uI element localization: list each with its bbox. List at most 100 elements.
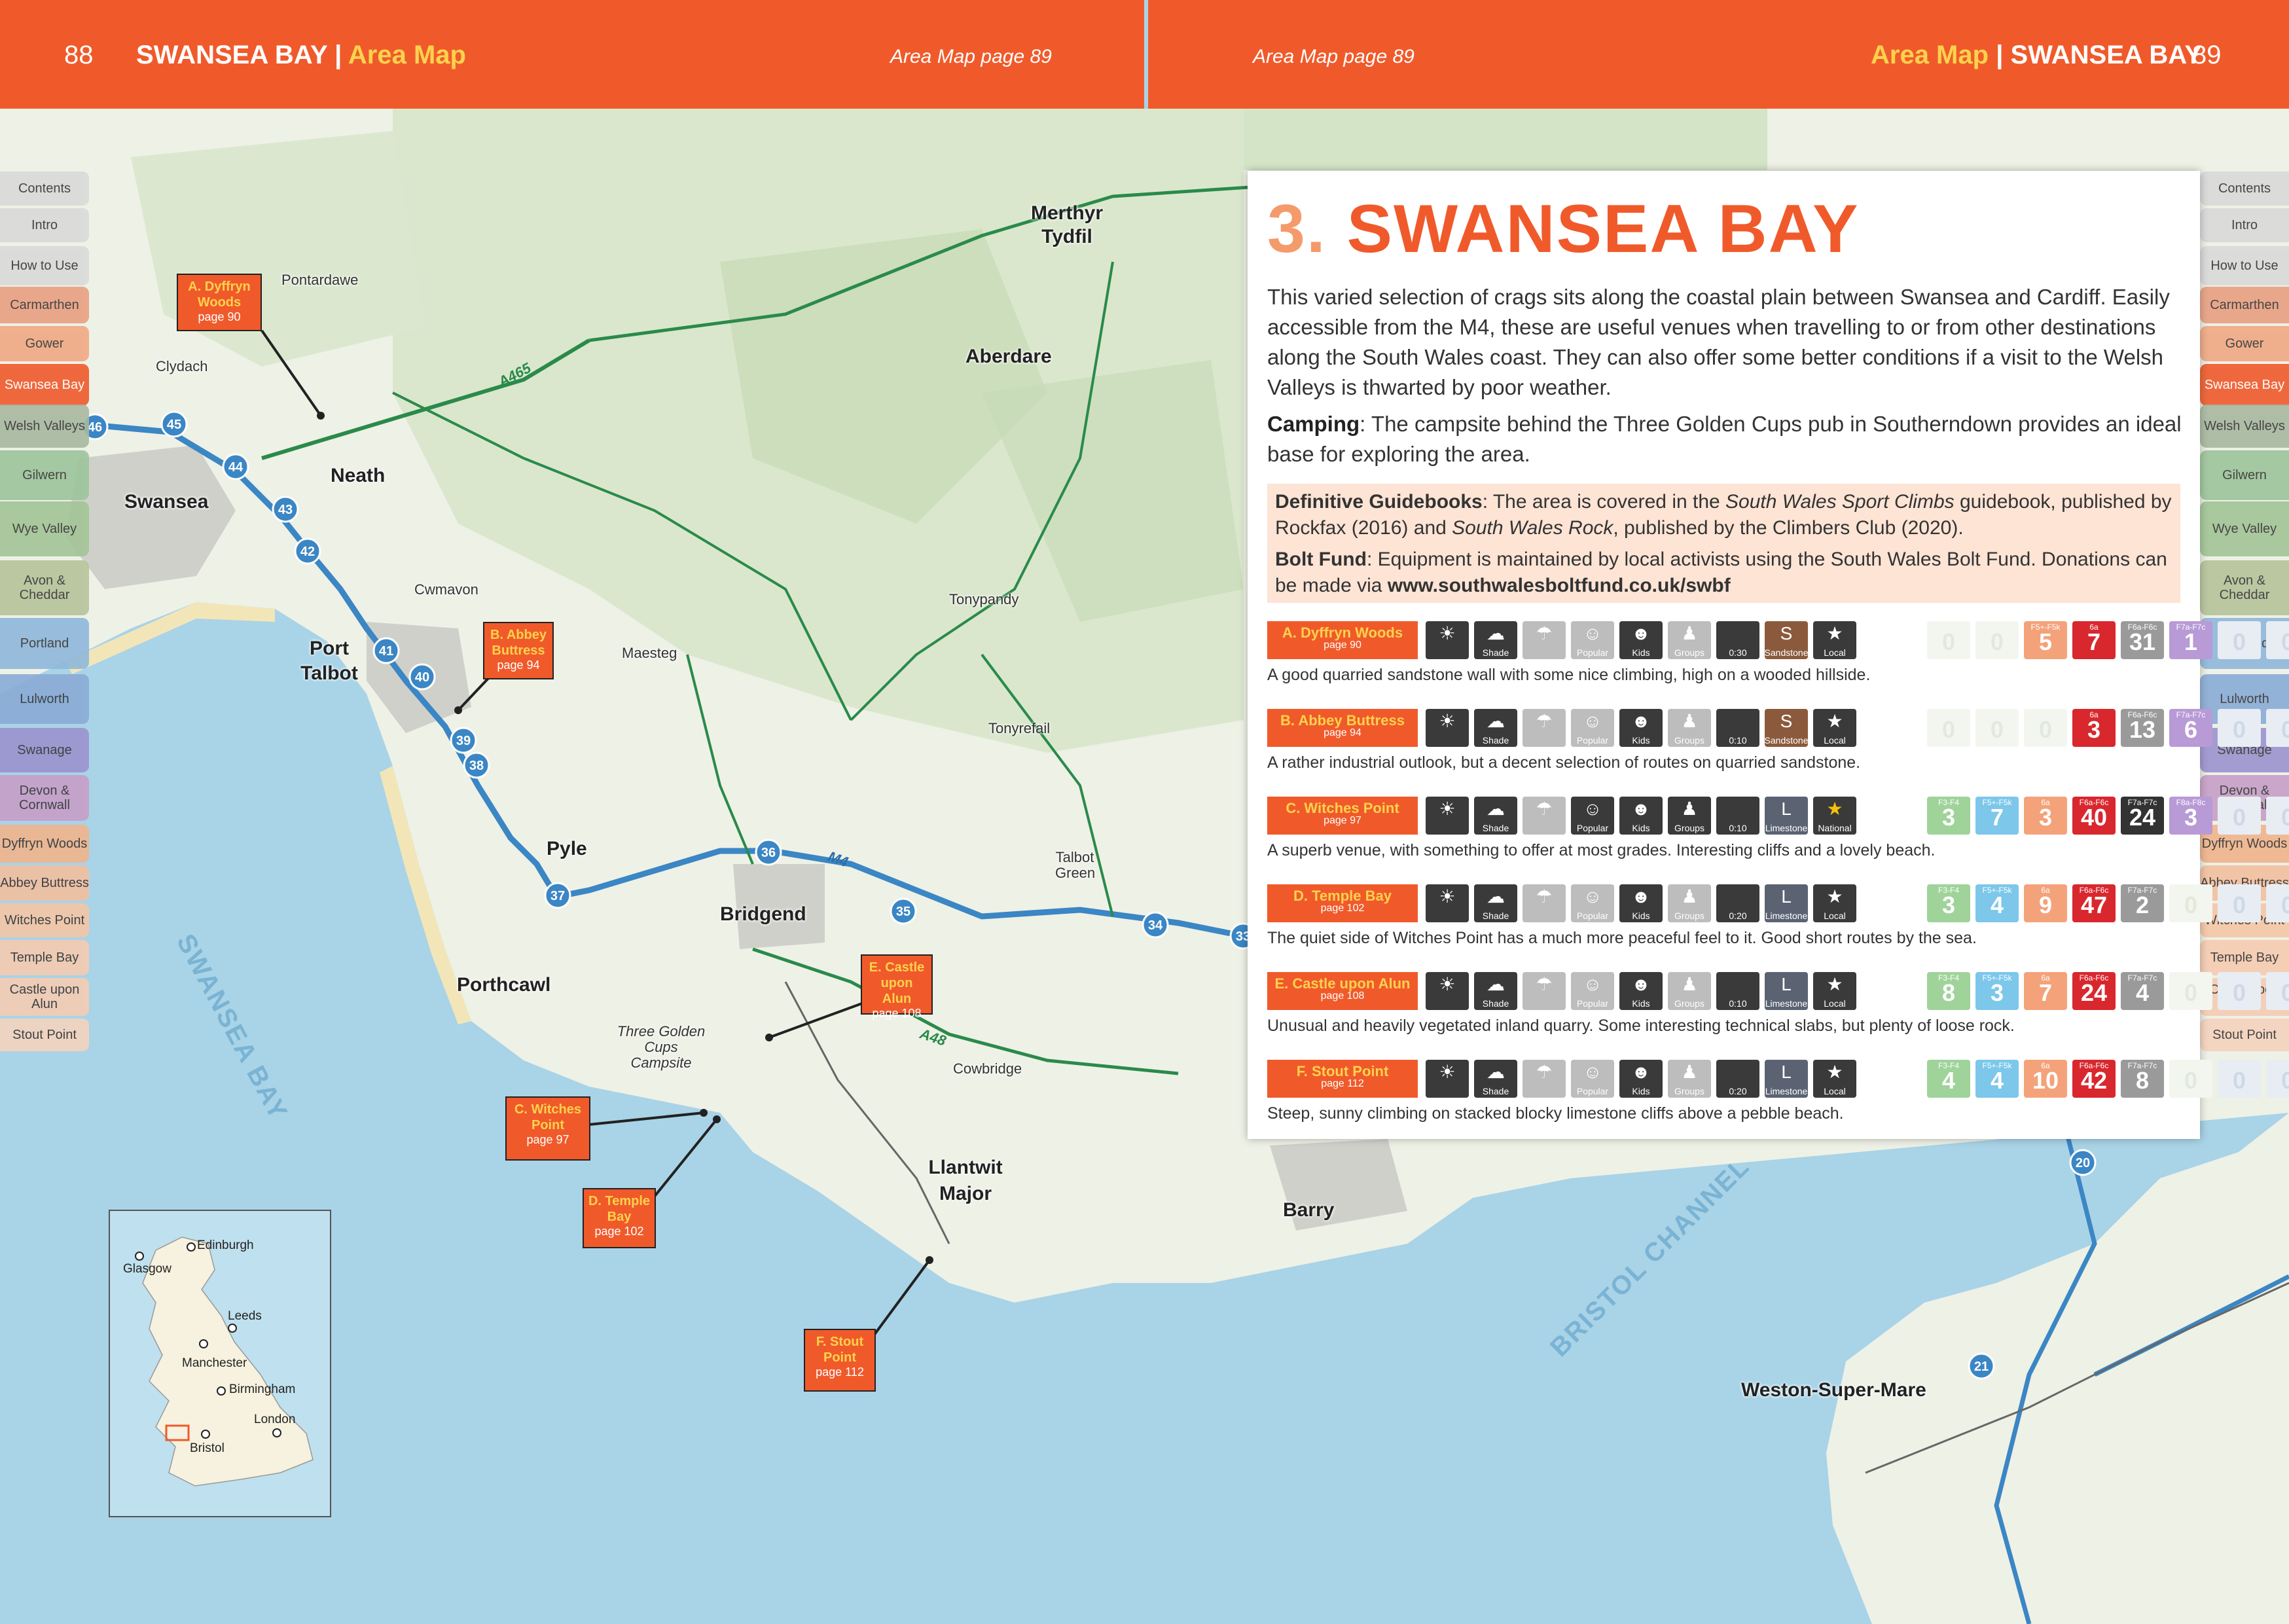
crag-name-badge[interactable]: F. Stout Point page 112	[1267, 1060, 1418, 1098]
crag-page-ref: page 108	[1320, 990, 1365, 1002]
crag-icons: ☀ ☁ Shade ☂ ☺ Popular ☻ Kids ♟ Groups 0:10 L Limesto…	[1426, 797, 1856, 835]
chapter-tab-welsh-valleys[interactable]: Welsh Valleys	[2200, 405, 2289, 448]
grade-count: 0	[1927, 621, 1970, 659]
chapter-tab-avon-cheddar[interactable]: Avon & Cheddar	[2200, 560, 2289, 615]
crag-callout-witches-point[interactable]: C. Witches Point page 97	[505, 1096, 590, 1161]
chapter-tab-label: Stout Point	[12, 1028, 77, 1042]
rock-type-icon: L	[1781, 799, 1792, 819]
crag-name-badge[interactable]: D. Temple Bay page 102	[1267, 884, 1418, 922]
chapter-tab-temple-bay[interactable]: Temple Bay	[0, 940, 89, 975]
chapter-tab-witches-point[interactable]: Witches Point	[0, 903, 89, 937]
boltfund-link[interactable]: www.southwalesboltfund.co.uk/swbf	[1388, 575, 1731, 596]
chapter-tab-how-to-use[interactable]: How to Use	[0, 246, 89, 285]
crag-row[interactable]: A. Dyffryn Woods page 90 ☀ ☁ Shade ☂ ☺ Popular ☻…	[1267, 621, 2289, 700]
chapter-tab-swansea-bay[interactable]: Swansea Bay	[0, 364, 89, 406]
groups-icon: ♟ Groups	[1668, 621, 1711, 659]
chapter-tab-gilwern[interactable]: Gilwern	[2200, 450, 2289, 500]
chapter-tab-castle-upon-alun[interactable]: Castle upon Alun	[0, 978, 89, 1016]
chapter-tab-stout-point[interactable]: Stout Point	[2200, 1019, 2289, 1051]
grade-band-label: 6a	[2041, 886, 2050, 895]
chapter-tab-temple-bay[interactable]: Temple Bay	[2200, 940, 2289, 975]
chapter-tab-contents[interactable]: Contents	[0, 171, 89, 206]
rock-type-icon: L Limestone	[1765, 797, 1808, 835]
grade-route-count: 0	[2232, 892, 2246, 918]
chapter-tab-avon-cheddar[interactable]: Avon & Cheddar	[0, 560, 89, 615]
grade-route-count: 31	[2129, 628, 2156, 655]
crag-callout-temple-bay[interactable]: D. Temple Bay page 102	[583, 1188, 656, 1248]
chapter-tab-lulworth[interactable]: Lulworth	[0, 674, 89, 724]
header-title-right: Area Map | SWANSEA BAY	[1871, 41, 2202, 70]
chapter-tab-gower[interactable]: Gower	[2200, 326, 2289, 361]
chapter-number: 3.	[1267, 191, 1327, 267]
chapter-tab-stout-point[interactable]: Stout Point	[0, 1019, 89, 1051]
chapter-tab-carmarthen[interactable]: Carmarthen	[2200, 287, 2289, 323]
grade-band-label: F3-F4	[1938, 1061, 1959, 1070]
grade-count: F7a-F7c 2	[2121, 884, 2164, 922]
crag-name-text: D. Temple Bay	[1293, 888, 1392, 904]
shade-icon: ☁ Shade	[1474, 621, 1517, 659]
crag-row[interactable]: F. Stout Point page 112 ☀ ☁ Shade ☂ ☺ Popular ☻ K…	[1267, 1060, 2289, 1138]
sun-icon: ☀	[1439, 623, 1456, 643]
crag-name-badge[interactable]: E. Castle upon Alun page 108	[1267, 972, 1418, 1010]
boltfund-paragraph: Bolt Fund: Equipment is maintained by lo…	[1275, 549, 2167, 596]
grade-route-count: 0	[2280, 979, 2289, 1006]
grade-route-count: 0	[2280, 628, 2289, 655]
chapter-tab-label: Carmarthen	[10, 298, 79, 312]
chapter-tab-swansea-bay[interactable]: Swansea Bay	[2200, 364, 2289, 406]
crag-row[interactable]: D. Temple Bay page 102 ☀ ☁ Shade ☂ ☺ Popular ☻ Ki…	[1267, 884, 2289, 963]
inset-city: Bristol	[190, 1441, 225, 1455]
crag-description: Steep, sunny climbing on stacked blocky …	[1267, 1104, 1844, 1123]
chapter-tab-contents[interactable]: Contents	[2200, 171, 2289, 206]
crag-callout-dyffryn-woods[interactable]: A. Dyffryn Woods page 90	[177, 274, 262, 331]
shade-icon: ☁ Shade	[1474, 709, 1517, 747]
icon-caption: Shade	[1482, 1086, 1509, 1096]
crag-callout-stout-point[interactable]: F. Stout Point page 112	[804, 1329, 876, 1392]
crag-grade-counts: F3-F4 3 F5+-F5k 7 6a 3 F6a-F6c 40 F7a-F7c 24 F8a-F…	[1927, 797, 2289, 835]
grade-count: 0	[2218, 884, 2261, 922]
sun-icon: ☀	[1426, 621, 1469, 659]
kids-icon: ☻ Kids	[1619, 972, 1663, 1010]
chapter-tab-devon-cornwall[interactable]: Devon & Cornwall	[0, 775, 89, 821]
chapter-tab-gilwern[interactable]: Gilwern	[0, 450, 89, 500]
chapter-tab-wye-valley[interactable]: Wye Valley	[0, 501, 89, 556]
chapter-tab-how-to-use[interactable]: How to Use	[2200, 246, 2289, 285]
crag-name-badge[interactable]: A. Dyffryn Woods page 90	[1267, 621, 1418, 659]
shade-icon: ☁	[1487, 623, 1505, 643]
chapter-tab-welsh-valleys[interactable]: Welsh Valleys	[0, 405, 89, 448]
chapter-tab-label: Portland	[20, 636, 69, 651]
rock-type-icon: L	[1781, 886, 1792, 907]
star-icon: ★ Local	[1813, 972, 1856, 1010]
chapter-tab-dyffryn-woods[interactable]: Dyffryn Woods	[0, 825, 89, 863]
chapter-tab-carmarthen[interactable]: Carmarthen	[0, 287, 89, 323]
crag-callout-abbey-buttress[interactable]: B. Abbey Buttress page 94	[483, 622, 554, 679]
grade-band-label: F6a-F6c	[2127, 710, 2157, 719]
junction-label: 20	[2076, 1156, 2090, 1170]
crag-callout-castle-upon-alun[interactable]: E. Castle upon Alun page 108	[861, 954, 933, 1020]
grade-band-label: F7a-F7c	[2127, 798, 2157, 807]
grade-route-count: 24	[2080, 979, 2108, 1006]
crag-row[interactable]: E. Castle upon Alun page 108 ☀ ☁ Shade ☂ ☺ Popu…	[1267, 972, 2289, 1051]
grade-count: F7a-F7c 6	[2169, 709, 2212, 747]
chapter-tab-gower[interactable]: Gower	[0, 326, 89, 361]
popular-icon: ☺	[1583, 799, 1602, 819]
groups-icon: ♟	[1681, 974, 1698, 994]
crag-description: A good quarried sandstone wall with some…	[1267, 666, 1871, 684]
crag-row[interactable]: C. Witches Point page 97 ☀ ☁ Shade ☂ ☺ Popular ☻…	[1267, 797, 2289, 875]
crag-description: A superb venue, with something to offer …	[1267, 841, 1936, 859]
shade-icon: ☁	[1487, 1062, 1505, 1082]
chapter-tab-intro[interactable]: Intro	[2200, 208, 2289, 242]
icon-caption: Groups	[1674, 998, 1704, 1009]
chapter-tab-intro[interactable]: Intro	[0, 208, 89, 242]
icon-caption: Sandstone	[1764, 735, 1809, 746]
crag-name-badge[interactable]: C. Witches Point page 97	[1267, 797, 1418, 835]
crag-name-badge[interactable]: B. Abbey Buttress page 94	[1267, 709, 1418, 747]
grade-count: 6a 10	[2024, 1060, 2067, 1098]
chapter-tab-swanage[interactable]: Swanage	[0, 728, 89, 772]
chapter-tab-abbey-buttress[interactable]: Abbey Buttress	[0, 865, 89, 901]
chapter-tab-wye-valley[interactable]: Wye Valley	[2200, 501, 2289, 556]
grade-count: F3-F4 3	[1927, 884, 1970, 922]
chapter-tab-portland[interactable]: Portland	[0, 618, 89, 669]
crag-row[interactable]: B. Abbey Buttress page 94 ☀ ☁ Shade ☂ ☺ Popular…	[1267, 709, 2289, 787]
grade-count: F5+-F5k 4	[1975, 884, 2019, 922]
grade-count: 0	[2218, 709, 2261, 747]
